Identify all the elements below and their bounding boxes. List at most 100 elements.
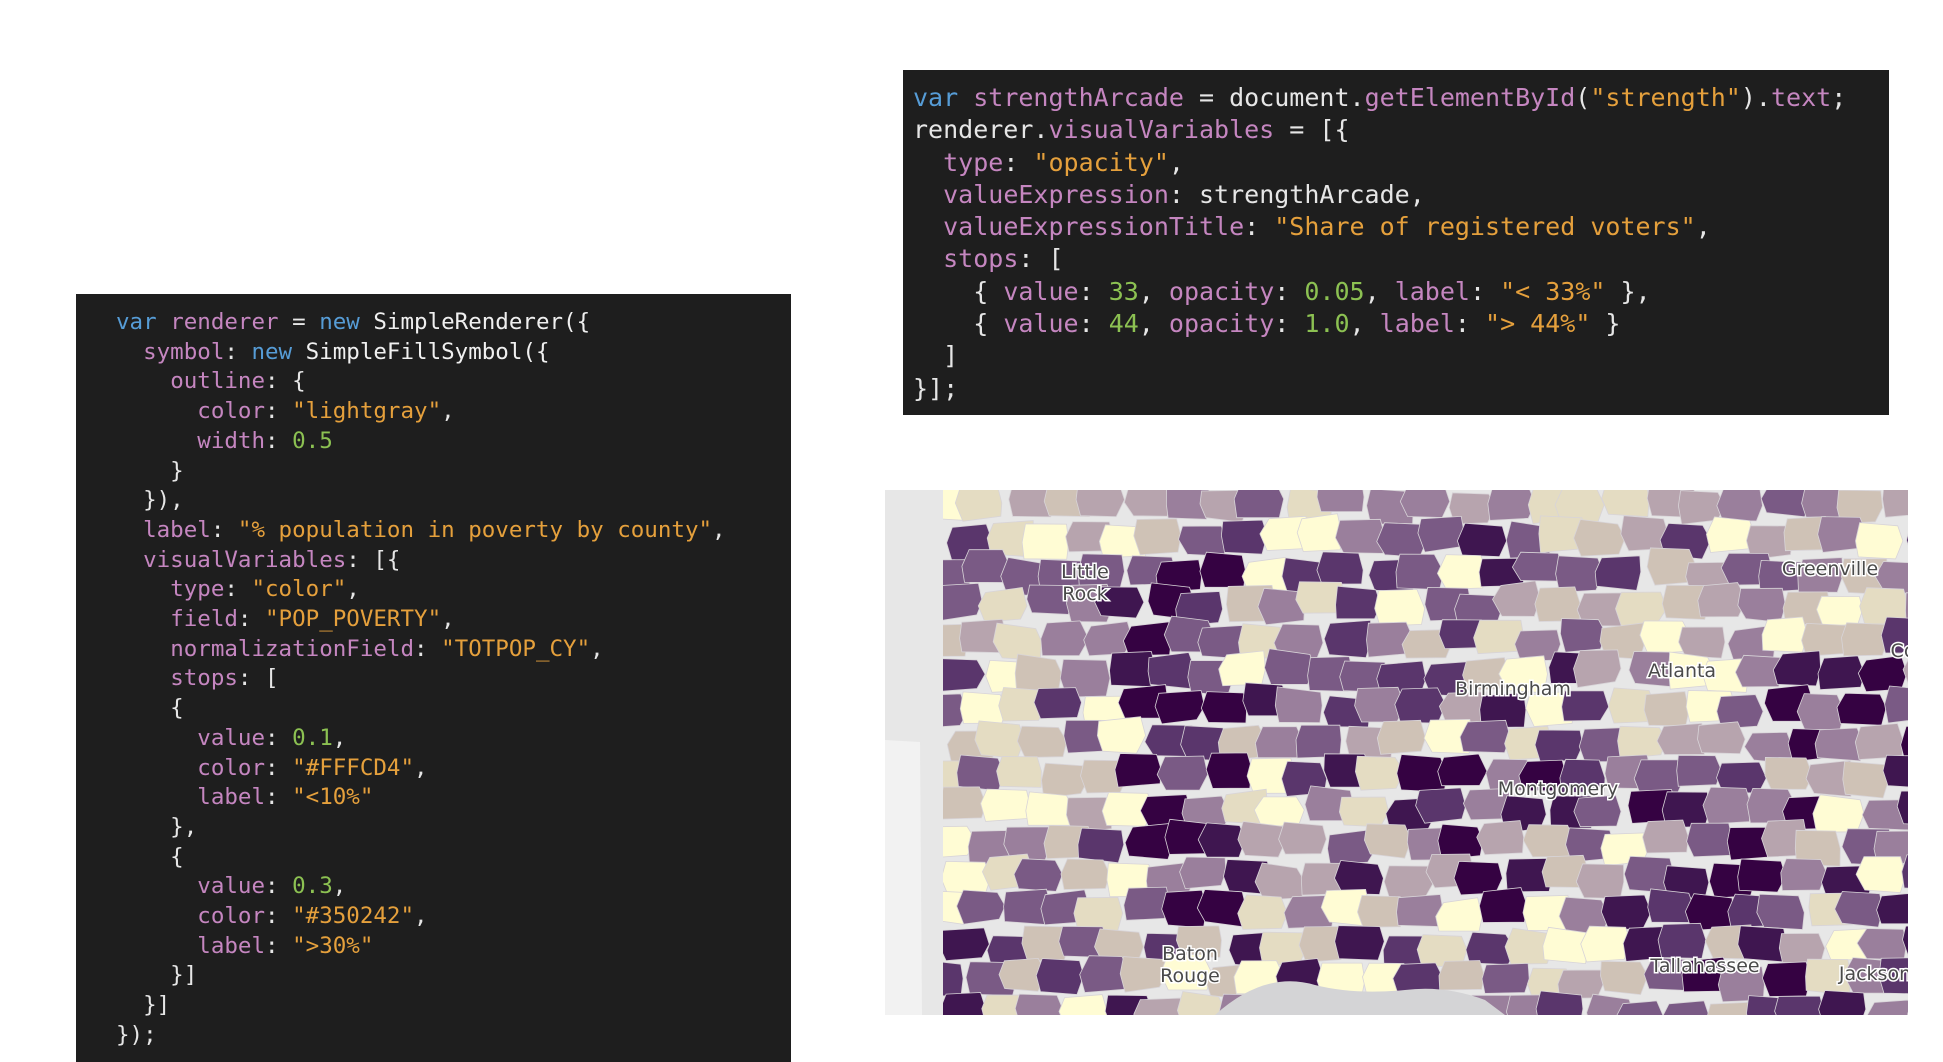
county-polygon[interactable]: [1481, 962, 1530, 994]
county-polygon[interactable]: [1179, 856, 1227, 890]
county-polygon[interactable]: [1573, 649, 1622, 688]
county-polygon[interactable]: [1600, 960, 1649, 996]
county-polygon[interactable]: [1237, 894, 1288, 930]
county-polygon[interactable]: [1594, 555, 1642, 591]
county-polygon[interactable]: [1573, 519, 1626, 557]
county-polygon[interactable]: [1737, 587, 1786, 623]
county-polygon[interactable]: [1415, 787, 1467, 824]
county-polygon[interactable]: [937, 927, 990, 962]
county-polygon[interactable]: [1697, 721, 1746, 755]
county-polygon[interactable]: [1855, 856, 1907, 894]
county-polygon[interactable]: [1123, 490, 1174, 517]
county-polygon[interactable]: [956, 889, 1006, 925]
county-polygon[interactable]: [1335, 585, 1382, 620]
county-polygon[interactable]: [954, 490, 1003, 522]
county-polygon[interactable]: [1459, 719, 1511, 754]
county-polygon[interactable]: [1756, 893, 1805, 930]
county-polygon[interactable]: [1774, 995, 1825, 1015]
county-polygon[interactable]: [1296, 513, 1342, 552]
county-polygon[interactable]: [1737, 858, 1787, 893]
county-polygon[interactable]: [1854, 723, 1905, 760]
county-polygon[interactable]: [1334, 518, 1386, 554]
county-polygon[interactable]: [1334, 925, 1385, 961]
county-polygon[interactable]: [939, 786, 987, 820]
county-polygon[interactable]: [1035, 958, 1085, 995]
county-polygon[interactable]: [1866, 999, 1908, 1015]
county-polygon[interactable]: [1642, 819, 1689, 854]
county-polygon[interactable]: [1154, 690, 1206, 725]
county-polygon[interactable]: [1855, 522, 1904, 560]
county-polygon[interactable]: [1906, 522, 1909, 554]
county-polygon[interactable]: [1435, 897, 1483, 932]
county-polygon[interactable]: [1040, 620, 1090, 657]
county-polygon[interactable]: [1013, 858, 1064, 892]
county-polygon[interactable]: [1016, 725, 1068, 758]
county-polygon[interactable]: [1856, 928, 1908, 961]
county-polygon[interactable]: [1761, 616, 1808, 653]
county-polygon[interactable]: [1075, 490, 1125, 518]
map-canvas[interactable]: Little Rock Greenville Atlanta Birmingham Mon…: [885, 490, 1908, 1015]
county-polygon[interactable]: [996, 756, 1042, 788]
county-polygon[interactable]: [1456, 522, 1508, 558]
county-polygon[interactable]: [1678, 626, 1726, 659]
county-polygon[interactable]: [1834, 891, 1884, 928]
county-polygon[interactable]: [1476, 820, 1525, 856]
county-polygon[interactable]: [1323, 619, 1372, 659]
county-polygon[interactable]: [1316, 490, 1365, 513]
county-polygon[interactable]: [1511, 551, 1564, 582]
county-polygon[interactable]: [1882, 754, 1908, 788]
county-polygon[interactable]: [1559, 618, 1607, 653]
county-polygon[interactable]: [1096, 716, 1147, 754]
county-polygon[interactable]: [1575, 863, 1625, 900]
county-polygon[interactable]: [1395, 553, 1445, 591]
county-polygon[interactable]: [1453, 860, 1503, 896]
county-polygon[interactable]: [1437, 753, 1488, 787]
county-polygon[interactable]: [1534, 729, 1584, 763]
county-polygon[interactable]: [1094, 928, 1144, 961]
county-polygon[interactable]: [1812, 794, 1865, 833]
county-polygon[interactable]: [1274, 686, 1323, 724]
county-polygon[interactable]: [1338, 796, 1390, 828]
county-polygon[interactable]: [1278, 821, 1327, 855]
county-polygon[interactable]: [1842, 760, 1890, 799]
county-polygon[interactable]: [1021, 523, 1070, 560]
county-polygon[interactable]: [1399, 490, 1451, 518]
county-polygon[interactable]: [1200, 691, 1248, 724]
county-polygon[interactable]: [1196, 889, 1247, 928]
county-polygon[interactable]: [1133, 997, 1183, 1015]
county-polygon[interactable]: [1643, 691, 1690, 727]
county-polygon[interactable]: [1178, 525, 1228, 557]
county-polygon[interactable]: [1220, 519, 1268, 555]
county-polygon[interactable]: [1662, 1000, 1710, 1015]
county-polygon[interactable]: [1884, 685, 1908, 724]
county-polygon[interactable]: [1780, 858, 1828, 891]
county-polygon[interactable]: [1705, 516, 1755, 553]
county-polygon[interactable]: [1676, 754, 1723, 787]
county-polygon[interactable]: [1058, 994, 1108, 1015]
county-polygon[interactable]: [1686, 822, 1734, 858]
county-polygon[interactable]: [1363, 823, 1412, 859]
county-polygon[interactable]: [1133, 518, 1182, 556]
county-polygon[interactable]: [1478, 887, 1528, 923]
county-polygon[interactable]: [1394, 687, 1447, 724]
county-polygon[interactable]: [1836, 692, 1887, 726]
county-polygon[interactable]: [1816, 595, 1864, 628]
county-polygon[interactable]: [1254, 862, 1306, 901]
county-polygon[interactable]: [1374, 588, 1426, 627]
county-polygon[interactable]: [1600, 894, 1652, 931]
county-polygon[interactable]: [977, 587, 1028, 623]
county-polygon[interactable]: [1218, 650, 1266, 687]
county-polygon[interactable]: [1818, 990, 1867, 1016]
county-polygon[interactable]: [974, 720, 1025, 759]
poverty-choropleth-map[interactable]: Little Rock Greenville Atlanta Birmingham Mon…: [885, 490, 1908, 1015]
county-polygon[interactable]: [939, 992, 987, 1016]
county-polygon[interactable]: [1438, 960, 1485, 991]
county-polygon[interactable]: [1077, 827, 1125, 864]
county-polygon[interactable]: [1033, 687, 1082, 720]
county-polygon[interactable]: [1122, 621, 1172, 657]
county-polygon[interactable]: [1205, 752, 1253, 789]
county-polygon[interactable]: [980, 788, 1031, 822]
county-polygon[interactable]: [1376, 719, 1426, 755]
county-polygon[interactable]: [1817, 655, 1865, 691]
county-polygon[interactable]: [1772, 650, 1822, 687]
